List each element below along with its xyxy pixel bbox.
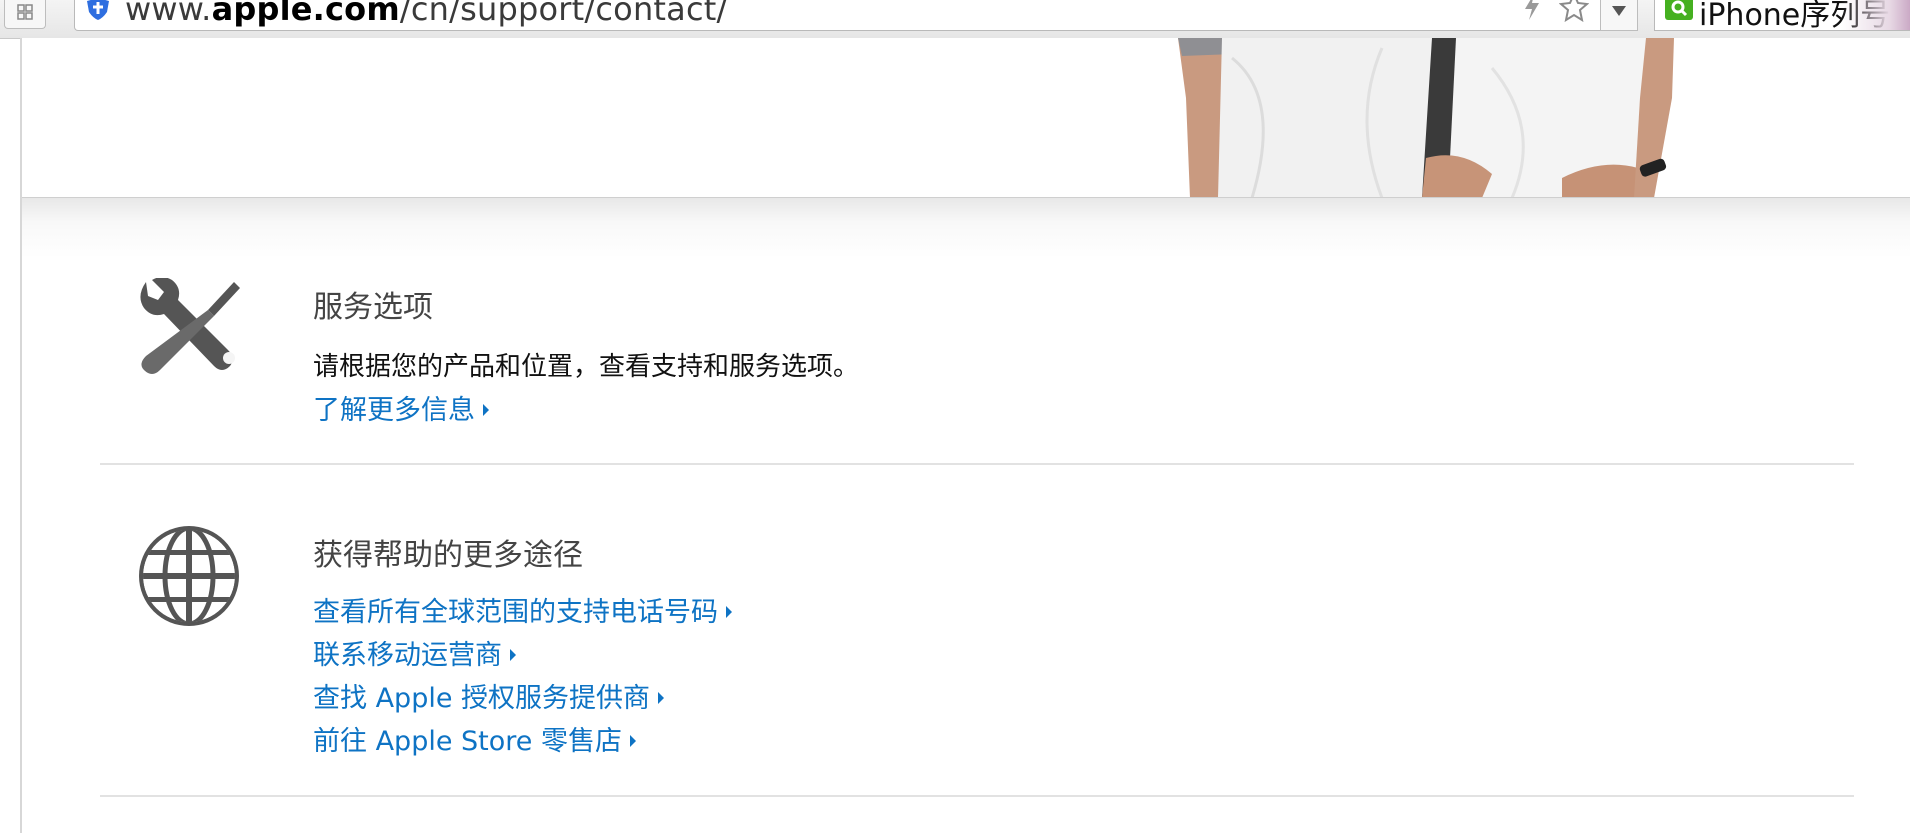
lightning-icon[interactable] bbox=[1521, 0, 1543, 20]
section-divider bbox=[100, 463, 1854, 465]
learn-more-link[interactable]: 了解更多信息 bbox=[313, 388, 489, 427]
authorized-service-provider-label: 查找 Apple 授权服务提供商 bbox=[313, 683, 651, 714]
caret-right-icon bbox=[726, 605, 732, 618]
mobile-carrier-link[interactable]: 联系移动运营商 bbox=[313, 633, 516, 672]
more-help-title: 获得帮助的更多途径 bbox=[313, 538, 583, 573]
service-options-title: 服务选项 bbox=[313, 290, 433, 325]
browser-toolbar: www.apple.com/cn/support/contact/ iPhone… bbox=[0, 0, 1910, 39]
authorized-service-provider-link[interactable]: 查找 Apple 授权服务提供商 bbox=[313, 676, 665, 715]
caret-right-icon bbox=[483, 403, 489, 416]
address-bar[interactable]: www.apple.com/cn/support/contact/ bbox=[74, 0, 1634, 31]
bookmark-star-icon[interactable] bbox=[1559, 0, 1589, 22]
search-engine-icon[interactable] bbox=[1665, 0, 1693, 20]
search-box[interactable]: iPhone序列号查 bbox=[1654, 0, 1910, 31]
hero-image bbox=[22, 38, 1910, 198]
section-divider bbox=[100, 795, 1854, 797]
globe-icon bbox=[139, 526, 239, 626]
url-domain: apple.com bbox=[211, 0, 400, 28]
url-prefix: www. bbox=[125, 0, 212, 28]
address-dropdown-button[interactable] bbox=[1600, 0, 1638, 31]
apple-store-retail-label: 前往 Apple Store 零售店 bbox=[313, 726, 622, 757]
grid-icon bbox=[17, 4, 33, 20]
url-path: /cn/support/contact/ bbox=[399, 0, 728, 28]
caret-right-icon bbox=[510, 648, 516, 661]
hero-people-image bbox=[1178, 38, 1674, 198]
tab-grid-button[interactable] bbox=[4, 0, 46, 29]
security-shield-icon bbox=[87, 0, 109, 20]
url-text[interactable]: www.apple.com/cn/support/contact/ bbox=[125, 0, 728, 28]
learn-more-label: 了解更多信息 bbox=[313, 395, 475, 426]
tools-icon bbox=[140, 278, 240, 374]
caret-right-icon bbox=[629, 734, 636, 747]
apple-store-retail-link[interactable]: 前往 Apple Store 零售店 bbox=[313, 719, 636, 758]
chevron-down-icon bbox=[1612, 6, 1626, 16]
mobile-carrier-label: 联系移动运营商 bbox=[313, 640, 502, 671]
service-options-description: 请根据您的产品和位置，查看支持和服务选项。 bbox=[313, 352, 860, 382]
global-phone-numbers-link[interactable]: 查看所有全球范围的支持电话号码 bbox=[313, 590, 732, 629]
global-phone-numbers-label: 查看所有全球范围的支持电话号码 bbox=[313, 597, 718, 628]
caret-right-icon bbox=[658, 691, 665, 704]
